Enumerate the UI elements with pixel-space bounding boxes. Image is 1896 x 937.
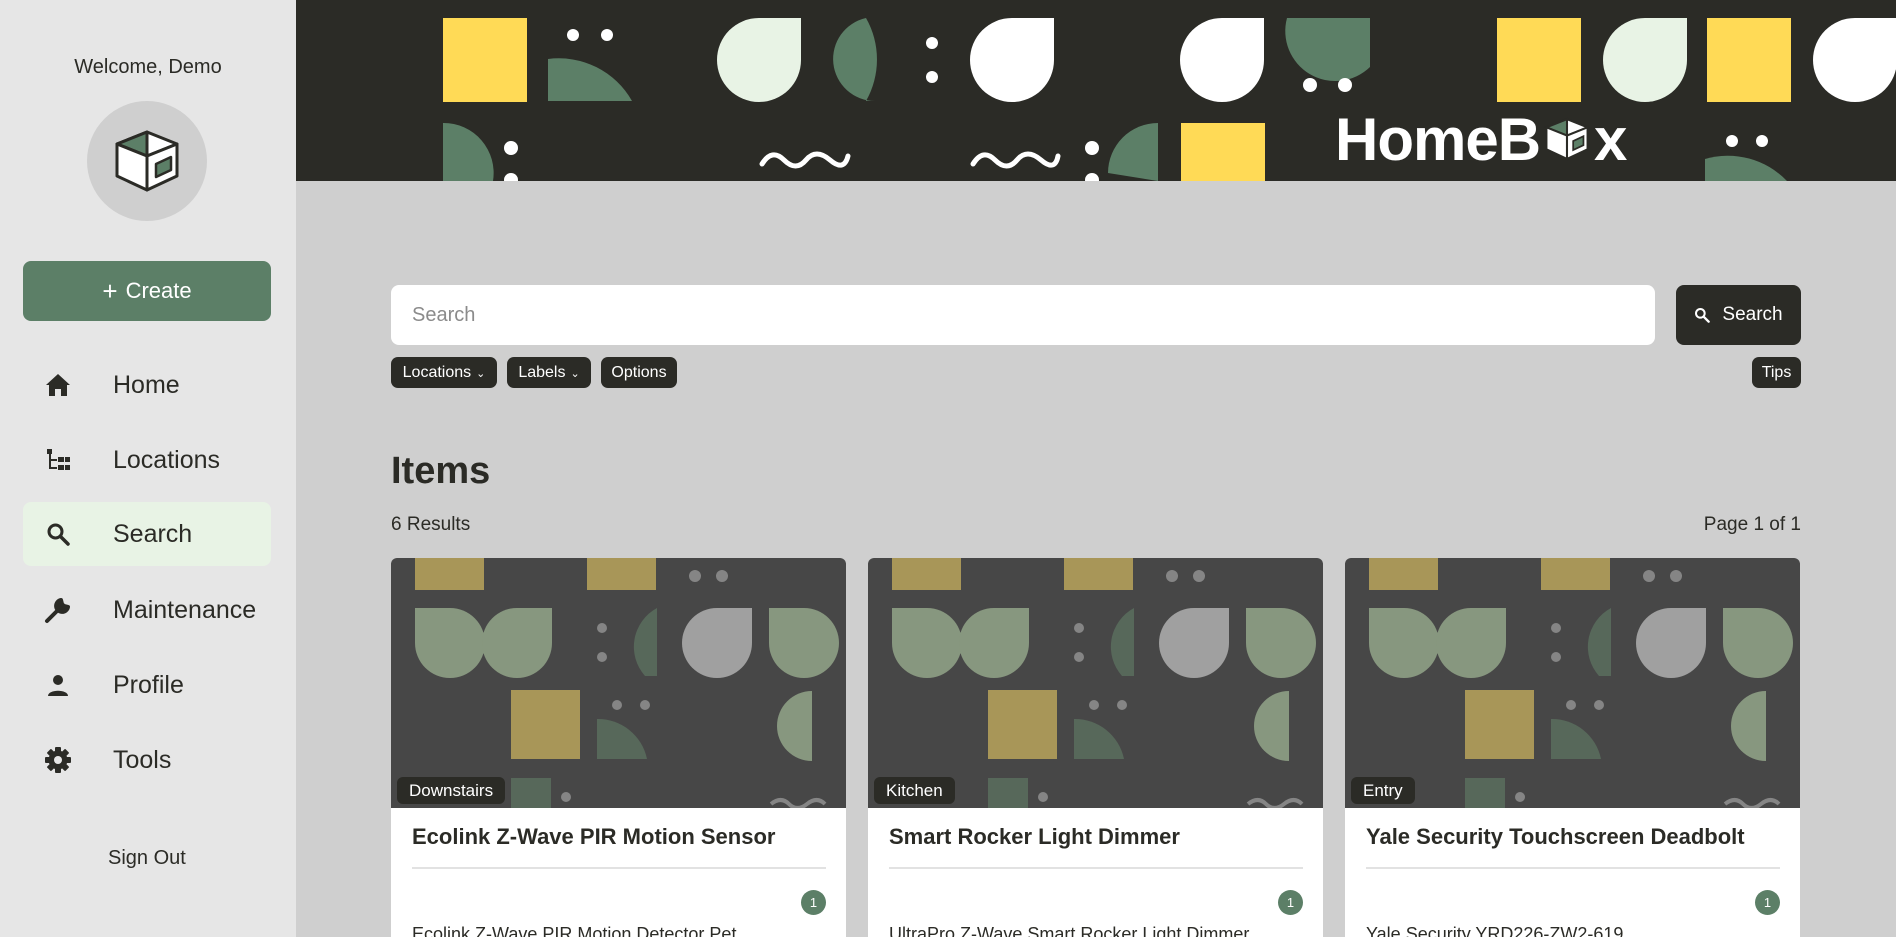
item-card[interactable]: Entry Yale Security Touchscreen Deadbolt… xyxy=(1345,558,1800,937)
quantity-badge: 1 xyxy=(1755,890,1780,915)
sidebar-item-profile[interactable]: Profile xyxy=(23,653,271,717)
location-badge[interactable]: Entry xyxy=(1351,777,1415,804)
person-icon xyxy=(43,670,73,700)
tips-button[interactable]: Tips xyxy=(1752,357,1801,388)
sidebar-item-tools[interactable]: Tools xyxy=(23,728,271,792)
labels-filter-label: Labels xyxy=(518,363,566,381)
welcome-text: Welcome, Demo xyxy=(74,56,222,78)
location-badge[interactable]: Downstairs xyxy=(397,777,506,804)
options-button[interactable]: Options xyxy=(601,357,677,388)
banner-pattern xyxy=(443,18,1896,181)
tips-label: Tips xyxy=(1761,363,1792,381)
results-count: 6 Results xyxy=(391,514,471,535)
search-icon xyxy=(1695,308,1711,323)
divider xyxy=(412,867,826,869)
item-title: Yale Security Touchscreen Deadbolt xyxy=(1366,824,1745,849)
box-logo-icon xyxy=(1543,117,1591,161)
page-indicator: Page 1 of 1 xyxy=(1703,514,1801,535)
locations-filter-button[interactable]: Locations ⌄ xyxy=(391,357,497,388)
search-button-label: Search xyxy=(1722,304,1783,325)
homebox-logo: HomeB x xyxy=(1335,104,1627,174)
logo-text: HomeB xyxy=(1335,105,1541,173)
sidebar-item-search[interactable]: Search xyxy=(23,502,271,566)
sidebar-item-label: Locations xyxy=(113,445,221,474)
item-card-image xyxy=(391,558,846,808)
search-button[interactable]: Search xyxy=(1676,285,1801,345)
labels-filter-button[interactable]: Labels ⌄ xyxy=(507,357,591,388)
item-card[interactable]: Downstairs Ecolink Z-Wave PIR Motion Sen… xyxy=(391,558,846,937)
divider xyxy=(889,867,1303,869)
quantity-badge: 1 xyxy=(1278,890,1303,915)
divider xyxy=(1366,867,1780,869)
create-button[interactable]: + Create xyxy=(23,261,271,321)
sidebar-item-label: Search xyxy=(113,519,193,548)
tree-structure-icon xyxy=(43,445,73,475)
header-banner: HomeB x xyxy=(296,0,1896,181)
search-icon xyxy=(43,519,73,549)
quantity-badge: 1 xyxy=(801,890,826,915)
location-badge[interactable]: Kitchen xyxy=(874,777,955,804)
box-logo-icon xyxy=(115,130,179,192)
search-input[interactable] xyxy=(391,285,1655,345)
locations-filter-label: Locations xyxy=(402,363,472,381)
sidebar-item-maintenance[interactable]: Maintenance xyxy=(23,578,271,642)
sidebar-item-locations[interactable]: Locations xyxy=(23,428,271,492)
sidebar-item-label: Maintenance xyxy=(113,595,257,624)
item-card-image xyxy=(1345,558,1800,808)
logo-text: x xyxy=(1594,105,1627,173)
avatar[interactable] xyxy=(87,101,207,221)
item-title: Smart Rocker Light Dimmer xyxy=(889,824,1180,849)
item-description: UltraPro Z-Wave Smart Rocker Light Dimme… xyxy=(889,924,1250,937)
item-title: Ecolink Z-Wave PIR Motion Sensor xyxy=(412,824,776,849)
create-label: Create xyxy=(125,278,192,303)
sidebar-item-label: Home xyxy=(113,370,180,399)
gear-icon xyxy=(43,745,73,775)
item-card[interactable]: Kitchen Smart Rocker Light Dimmer 1 Ultr… xyxy=(868,558,1323,937)
plus-icon: + xyxy=(102,275,118,306)
item-description: Ecolink Z-Wave PIR Motion Detector Pet xyxy=(412,924,737,937)
home-icon xyxy=(43,370,73,400)
sidebar-item-label: Tools xyxy=(113,745,172,774)
sidebar-item-label: Profile xyxy=(113,670,184,699)
wrench-icon xyxy=(43,595,73,625)
chevron-down-icon: ⌄ xyxy=(476,367,486,380)
item-description: Yale Security YRD226-ZW2-619 xyxy=(1366,924,1624,937)
item-card-image xyxy=(868,558,1323,808)
sign-out-link[interactable]: Sign Out xyxy=(108,847,186,870)
options-label: Options xyxy=(611,363,667,381)
page-title: Items xyxy=(391,450,491,492)
sidebar: Welcome, Demo + Create Home Locations Se… xyxy=(0,0,296,937)
sidebar-item-home[interactable]: Home xyxy=(23,353,271,417)
chevron-down-icon: ⌄ xyxy=(570,367,580,380)
